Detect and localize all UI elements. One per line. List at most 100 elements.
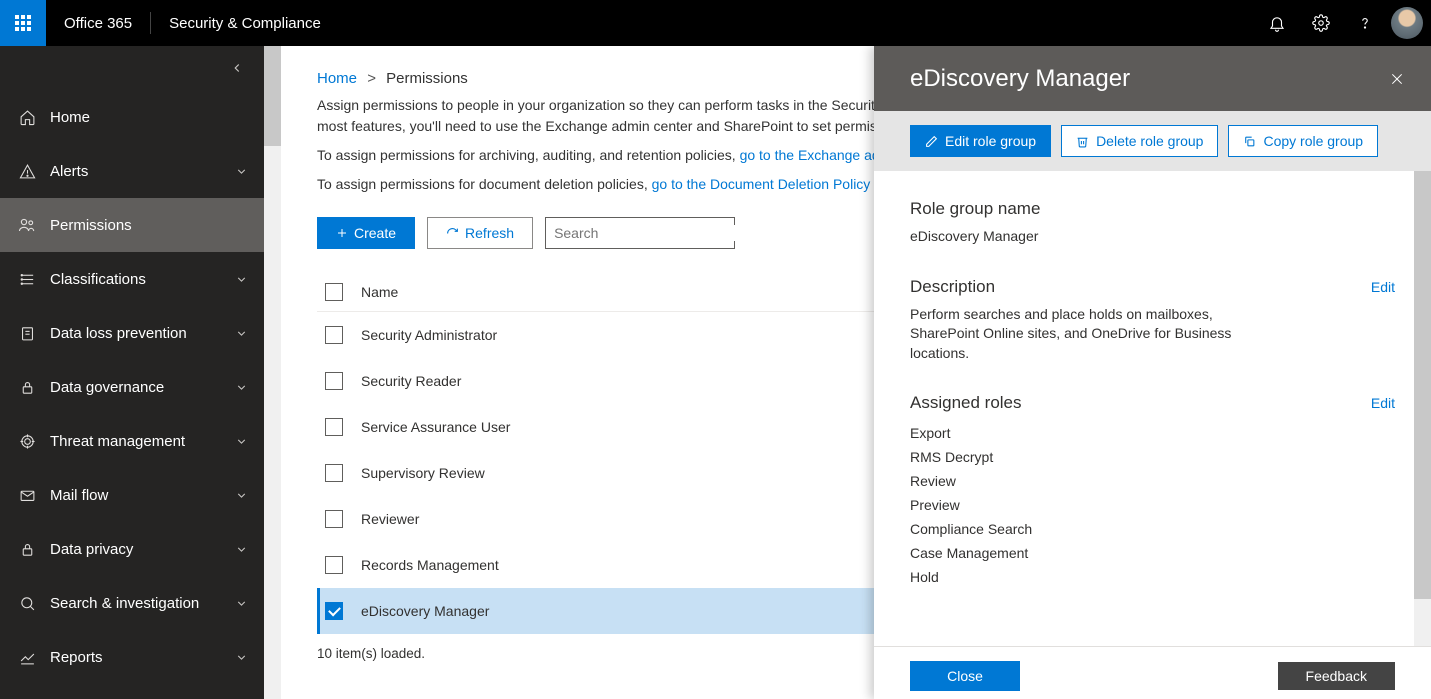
sidebar-item-classifications[interactable]: Classifications: [0, 252, 264, 306]
pencil-icon: [925, 135, 938, 148]
breadcrumb-current: Permissions: [386, 70, 468, 87]
plus-icon: [336, 227, 348, 239]
assigned-role-item: Export: [910, 421, 1395, 445]
row-checkbox[interactable]: [325, 372, 343, 390]
classifications-icon: [18, 271, 36, 288]
sidebar-item-label: Data privacy: [50, 541, 221, 558]
sidebar-item-data-privacy[interactable]: Data privacy: [0, 522, 264, 576]
chevron-left-icon: [230, 61, 244, 75]
row-name: Security Administrator: [361, 327, 497, 343]
panel-header: eDiscovery Manager: [874, 46, 1431, 111]
sidebar-item-permissions[interactable]: Permissions: [0, 198, 264, 252]
governance-icon: [18, 379, 36, 396]
user-avatar[interactable]: [1391, 7, 1423, 39]
panel-scrollbar-thumb[interactable]: [1414, 171, 1431, 599]
sidebar-item-label: Reports: [50, 649, 221, 666]
reports-icon: [18, 649, 36, 666]
assigned-role-item: Review: [910, 469, 1395, 493]
chevron-down-icon: [235, 381, 248, 394]
search-box[interactable]: [545, 217, 735, 249]
delete-role-group-button[interactable]: Delete role group: [1061, 125, 1218, 157]
create-button[interactable]: Create: [317, 217, 415, 249]
search-input[interactable]: [554, 225, 735, 241]
edit-roles-link[interactable]: Edit: [1371, 395, 1395, 411]
sidebar-item-label: Data governance: [50, 379, 221, 396]
sidebar-item-alerts[interactable]: Alerts: [0, 144, 264, 198]
row-checkbox[interactable]: [325, 556, 343, 574]
row-checkbox[interactable]: [325, 464, 343, 482]
sidebar-item-home[interactable]: Home: [0, 90, 264, 144]
chevron-down-icon: [235, 327, 248, 340]
scrollbar-thumb[interactable]: [264, 46, 281, 146]
row-checkbox[interactable]: [325, 326, 343, 344]
row-checkbox[interactable]: [325, 418, 343, 436]
panel-scrollbar[interactable]: [1414, 171, 1431, 646]
panel-close-button[interactable]: [1389, 71, 1405, 87]
row-checkbox[interactable]: [325, 510, 343, 528]
row-name: Service Assurance User: [361, 419, 510, 435]
sidebar-item-threat-management[interactable]: Threat management: [0, 414, 264, 468]
chevron-down-icon: [235, 543, 248, 556]
feedback-button[interactable]: Feedback: [1278, 662, 1395, 690]
section-label-roles: Assigned roles: [910, 393, 1022, 413]
edit-role-group-button[interactable]: Edit role group: [910, 125, 1051, 157]
waffle-icon: [15, 15, 31, 31]
chevron-down-icon: [235, 435, 248, 448]
trash-icon: [1076, 135, 1089, 148]
section-label-name: Role group name: [910, 199, 1040, 219]
app-launcher-button[interactable]: [0, 0, 46, 46]
panel-footer: Close Feedback: [874, 646, 1431, 699]
panel-body: Role group name eDiscovery Manager Descr…: [874, 171, 1431, 646]
app-title: Security & Compliance: [151, 15, 339, 32]
brand-label[interactable]: Office 365: [46, 15, 150, 32]
sidebar-item-mail-flow[interactable]: Mail flow: [0, 468, 264, 522]
description-value: Perform searches and place holds on mail…: [910, 305, 1270, 364]
breadcrumb-root[interactable]: Home: [317, 70, 357, 87]
refresh-icon: [446, 227, 459, 240]
collapse-sidebar-button[interactable]: [0, 46, 264, 90]
home-icon: [18, 109, 36, 126]
panel-action-bar: Edit role group Delete role group Copy r…: [874, 111, 1431, 171]
navigation-sidebar: Home Alerts Permissions Classifications Data…: [0, 46, 264, 699]
sidebar-item-label: Classifications: [50, 271, 221, 288]
create-button-label: Create: [354, 225, 396, 241]
refresh-button[interactable]: Refresh: [427, 217, 533, 249]
assigned-role-item: Case Management: [910, 541, 1395, 565]
column-header-name[interactable]: Name: [361, 284, 398, 300]
search-icon: [18, 595, 36, 612]
section-assigned-roles: Assigned roles Edit ExportRMS DecryptRev…: [910, 393, 1395, 589]
assigned-role-item: Compliance Search: [910, 517, 1395, 541]
select-all-checkbox[interactable]: [325, 283, 343, 301]
close-button[interactable]: Close: [910, 661, 1020, 691]
sidebar-item-search-investigation[interactable]: Search & investigation: [0, 576, 264, 630]
bell-icon: [1268, 14, 1286, 32]
sidebar-item-reports[interactable]: Reports: [0, 630, 264, 684]
copy-role-group-button[interactable]: Copy role group: [1228, 125, 1378, 157]
sidebar-item-label: Mail flow: [50, 487, 221, 504]
alert-icon: [18, 163, 36, 180]
row-name: Reviewer: [361, 511, 419, 527]
chevron-down-icon: [235, 165, 248, 178]
row-name: eDiscovery Manager: [361, 603, 489, 619]
sidebar-item-label: Permissions: [50, 217, 248, 234]
close-icon: [1389, 71, 1405, 87]
sidebar-item-label: Search & investigation: [50, 595, 221, 612]
refresh-button-label: Refresh: [465, 225, 514, 241]
assigned-role-item: RMS Decrypt: [910, 445, 1395, 469]
threat-icon: [18, 433, 36, 450]
edit-description-link[interactable]: Edit: [1371, 279, 1395, 295]
settings-button[interactable]: [1299, 0, 1343, 46]
assigned-role-item: Hold: [910, 565, 1395, 589]
sidebar-item-data-loss-prevention[interactable]: Data loss prevention: [0, 306, 264, 360]
question-icon: [1356, 14, 1374, 32]
sidebar-item-data-governance[interactable]: Data governance: [0, 360, 264, 414]
scrollbar-vertical[interactable]: [264, 46, 281, 699]
help-button[interactable]: [1343, 0, 1387, 46]
row-name: Records Management: [361, 557, 499, 573]
row-checkbox[interactable]: [325, 602, 343, 620]
sidebar-item-label: Alerts: [50, 163, 221, 180]
section-description: Description Edit Perform searches and pl…: [910, 277, 1395, 364]
role-group-name-value: eDiscovery Manager: [910, 227, 1395, 247]
notifications-button[interactable]: [1255, 0, 1299, 46]
top-bar: Office 365 Security & Compliance: [0, 0, 1431, 46]
